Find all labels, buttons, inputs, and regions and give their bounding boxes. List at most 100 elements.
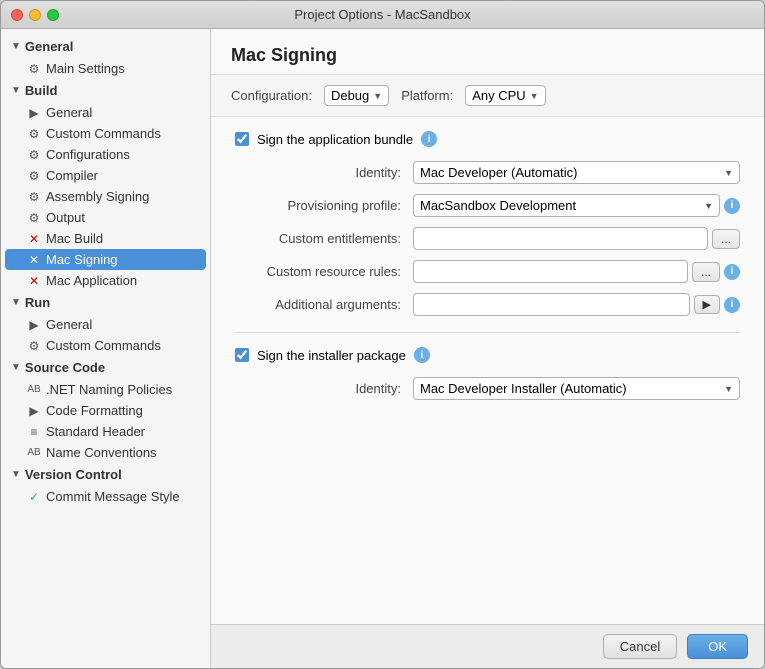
expand-arrow-icon: ▶ — [27, 404, 41, 418]
resource-rules-label: Custom resource rules: — [245, 264, 405, 279]
ab-icon-2: AB — [27, 447, 41, 458]
sidebar-item-commit-message[interactable]: ✓ Commit Message Style — [1, 486, 210, 507]
gear-icon-6: ⚙ — [27, 211, 41, 225]
minimize-button[interactable] — [29, 9, 41, 21]
sidebar-item-run-general[interactable]: ▶ General — [1, 314, 210, 335]
installer-identity-arrow-icon: ▼ — [724, 384, 733, 394]
sidebar-section-run-label: Run — [25, 295, 50, 310]
gear-icon-3: ⚙ — [27, 148, 41, 162]
platform-dropdown[interactable]: Any CPU ▼ — [465, 85, 545, 106]
titlebar: Project Options - MacSandbox — [1, 1, 764, 29]
lines-icon: ≡ — [27, 425, 41, 439]
sidebar-item-standard-header[interactable]: ≡ Standard Header — [1, 421, 210, 442]
sidebar-item-code-formatting[interactable]: ▶ Code Formatting — [1, 400, 210, 421]
gear-icon: ⚙ — [27, 62, 41, 76]
content-area: ▼ General ⚙ Main Settings ▼ Build ▶ Gene… — [1, 29, 764, 668]
identity-field-row: Mac Developer (Automatic) ▼ — [413, 161, 740, 184]
sign-installer-label: Sign the installer package — [257, 348, 406, 363]
entitlements-field-row: Entitlements.plist ... — [413, 227, 740, 250]
sidebar-item-assembly-signing-label: Assembly Signing — [46, 189, 149, 204]
configuration-dropdown[interactable]: Debug ▼ — [324, 85, 389, 106]
additional-args-field-row: ▶ i — [413, 293, 740, 316]
sidebar-item-mac-build[interactable]: ✕ Mac Build — [1, 228, 210, 249]
provisioning-dropdown[interactable]: MacSandbox Development ▼ — [413, 194, 720, 217]
identity-arrow-icon: ▼ — [724, 168, 733, 178]
vc-arrow-icon: ▼ — [11, 469, 21, 480]
additional-args-input[interactable] — [413, 293, 690, 316]
sidebar-item-mac-signing[interactable]: ✕ Mac Signing — [5, 249, 206, 270]
platform-value: Any CPU — [472, 88, 525, 103]
sidebar-item-configurations-label: Configurations — [46, 147, 130, 162]
resource-rules-browse-button[interactable]: ... — [692, 262, 720, 282]
entitlements-label: Custom entitlements: — [245, 231, 405, 246]
ok-button[interactable]: OK — [687, 634, 748, 659]
run-arrow-icon: ▼ — [11, 297, 21, 308]
installer-identity-field-row: Mac Developer Installer (Automatic) ▼ — [413, 377, 740, 400]
platform-dropdown-arrow-icon: ▼ — [530, 91, 539, 101]
sidebar-item-custom-commands[interactable]: ⚙ Custom Commands — [1, 123, 210, 144]
sidebar-item-output[interactable]: ⚙ Output — [1, 207, 210, 228]
resource-rules-info-icon[interactable]: i — [724, 264, 740, 280]
installer-form-grid: Identity: Mac Developer Installer (Autom… — [235, 377, 740, 400]
sidebar-section-source-code[interactable]: ▼ Source Code — [1, 356, 210, 379]
installer-identity-value: Mac Developer Installer (Automatic) — [420, 381, 627, 396]
identity-dropdown[interactable]: Mac Developer (Automatic) ▼ — [413, 161, 740, 184]
general-arrow-icon: ▼ — [11, 41, 21, 52]
provisioning-info-icon[interactable]: i — [724, 198, 740, 214]
sidebar-section-source-code-label: Source Code — [25, 360, 105, 375]
main-window: Project Options - MacSandbox ▼ General ⚙… — [0, 0, 765, 669]
sidebar-section-build-label: Build — [25, 83, 58, 98]
sidebar-section-version-control[interactable]: ▼ Version Control — [1, 463, 210, 486]
identity-value: Mac Developer (Automatic) — [420, 165, 578, 180]
sidebar-item-run-custom-commands[interactable]: ⚙ Custom Commands — [1, 335, 210, 356]
sidebar-item-main-settings-label: Main Settings — [46, 61, 125, 76]
sidebar-item-configurations[interactable]: ⚙ Configurations — [1, 144, 210, 165]
sidebar-item-assembly-signing[interactable]: ⚙ Assembly Signing — [1, 186, 210, 207]
entitlements-input[interactable]: Entitlements.plist — [413, 227, 708, 250]
sidebar-item-build-general-label: General — [46, 105, 92, 120]
sign-installer-row: Sign the installer package i — [235, 347, 740, 363]
sidebar-item-code-formatting-label: Code Formatting — [46, 403, 143, 418]
sidebar-item-build-general[interactable]: ▶ General — [1, 102, 210, 123]
sidebar-section-build[interactable]: ▼ Build — [1, 79, 210, 102]
sidebar-item-custom-commands-label: Custom Commands — [46, 126, 161, 141]
sign-bundle-checkbox[interactable] — [235, 132, 249, 146]
sidebar-item-name-conventions[interactable]: AB Name Conventions — [1, 442, 210, 463]
provisioning-value: MacSandbox Development — [420, 198, 576, 213]
platform-label: Platform: — [401, 88, 453, 103]
sidebar: ▼ General ⚙ Main Settings ▼ Build ▶ Gene… — [1, 29, 211, 668]
config-dropdown-arrow-icon: ▼ — [373, 91, 382, 101]
sign-bundle-info-icon[interactable]: i — [421, 131, 437, 147]
check-circle-icon: ✓ — [27, 490, 41, 504]
identity-label: Identity: — [245, 165, 405, 180]
sidebar-item-compiler[interactable]: ⚙ Compiler — [1, 165, 210, 186]
sidebar-item-mac-application-label: Mac Application — [46, 273, 137, 288]
gear-icon-5: ⚙ — [27, 190, 41, 204]
entitlements-browse-button[interactable]: ... — [712, 229, 740, 249]
sidebar-section-general[interactable]: ▼ General — [1, 35, 210, 58]
additional-args-info-icon[interactable]: i — [724, 297, 740, 313]
build-arrow-icon: ▼ — [11, 85, 21, 96]
sidebar-section-general-label: General — [25, 39, 73, 54]
sidebar-section-run[interactable]: ▼ Run — [1, 291, 210, 314]
sidebar-item-mac-application[interactable]: ✕ Mac Application — [1, 270, 210, 291]
cancel-button[interactable]: Cancel — [603, 634, 677, 659]
sidebar-item-main-settings[interactable]: ⚙ Main Settings — [1, 58, 210, 79]
resource-rules-input[interactable] — [413, 260, 688, 283]
page-title: Mac Signing — [231, 45, 744, 66]
installer-identity-label: Identity: — [245, 381, 405, 396]
close-button[interactable] — [11, 9, 23, 21]
x-icon-2: ✕ — [27, 253, 41, 267]
main-panel: Mac Signing Configuration: Debug ▼ Platf… — [211, 29, 764, 668]
provisioning-label: Provisioning profile: — [245, 198, 405, 213]
sidebar-item-commit-message-label: Commit Message Style — [46, 489, 180, 504]
installer-identity-dropdown[interactable]: Mac Developer Installer (Automatic) ▼ — [413, 377, 740, 400]
sign-installer-checkbox[interactable] — [235, 348, 249, 362]
sidebar-item-compiler-label: Compiler — [46, 168, 98, 183]
sign-installer-info-icon[interactable]: i — [414, 347, 430, 363]
additional-args-label: Additional arguments: — [245, 297, 405, 312]
sidebar-item-net-naming[interactable]: AB .NET Naming Policies — [1, 379, 210, 400]
maximize-button[interactable] — [47, 9, 59, 21]
configuration-label: Configuration: — [231, 88, 312, 103]
additional-args-run-button[interactable]: ▶ — [694, 295, 720, 314]
